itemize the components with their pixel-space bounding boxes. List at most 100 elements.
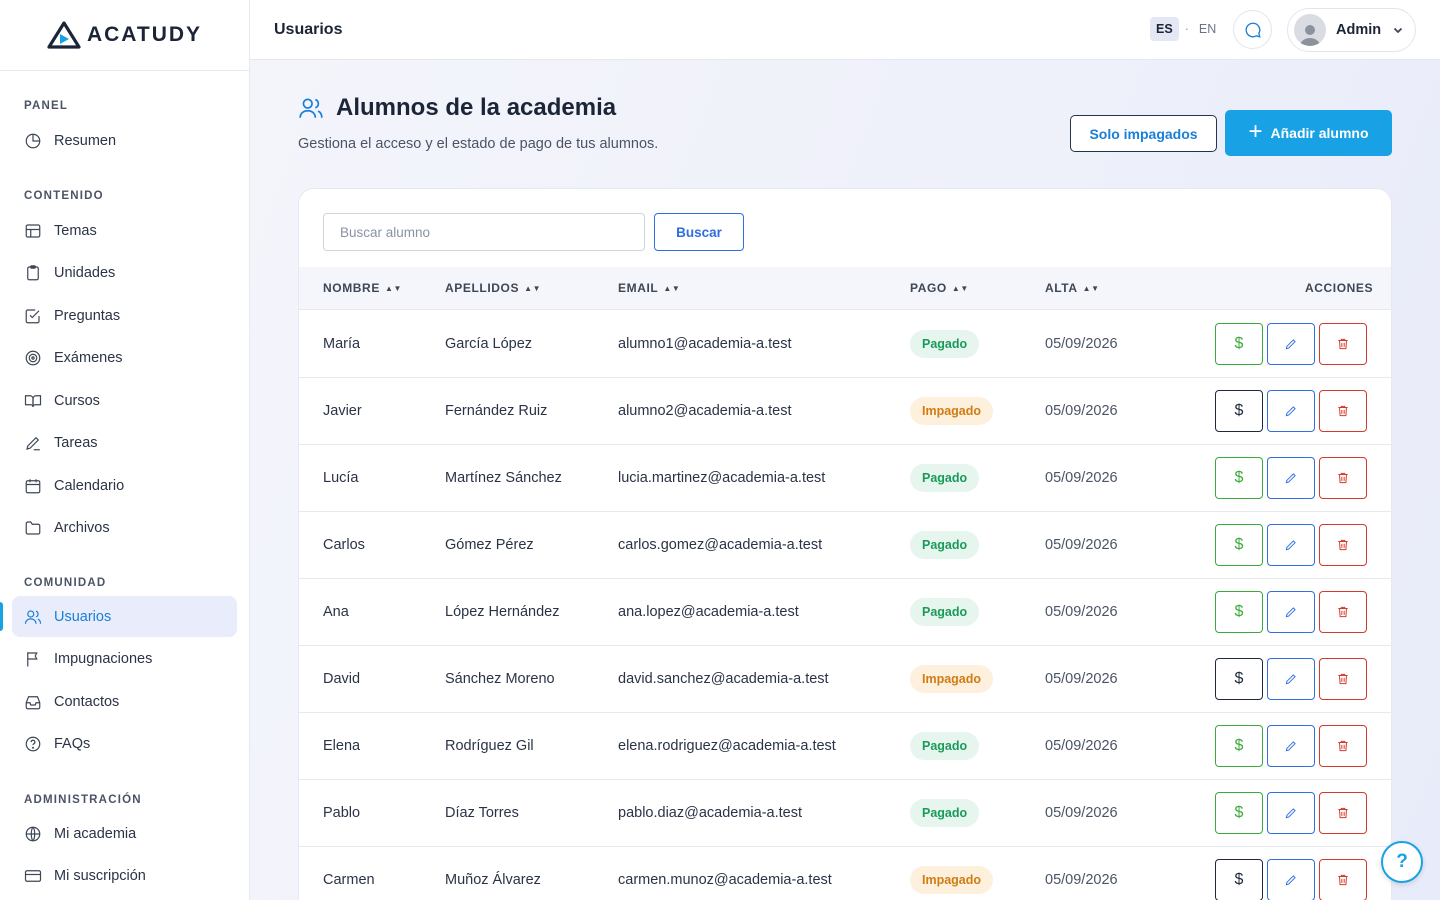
edit-button[interactable] xyxy=(1267,725,1315,767)
edit-button[interactable] xyxy=(1267,323,1315,365)
toggle-payment-button[interactable]: $ xyxy=(1215,725,1263,767)
cell-apellidos: Fernández Ruiz xyxy=(445,403,548,419)
toggle-payment-button[interactable]: $ xyxy=(1215,859,1263,900)
trash-icon xyxy=(1338,472,1348,484)
chat-button[interactable] xyxy=(1233,10,1272,49)
delete-button[interactable] xyxy=(1319,390,1367,432)
lang-en-button[interactable]: EN xyxy=(1195,17,1220,41)
cell-email: pablo.diaz@academia-a.test xyxy=(618,805,802,821)
cell-apellidos: Rodríguez Gil xyxy=(445,738,534,754)
col-apellidos[interactable]: APELLIDOS ▲▼ xyxy=(445,267,541,310)
sidebar-item-examenes[interactable]: Exámenes xyxy=(12,338,237,379)
sidebar-item-usuarios[interactable]: Usuarios xyxy=(0,596,237,637)
edit-button[interactable] xyxy=(1267,792,1315,834)
trash-icon xyxy=(1338,606,1348,618)
cell-alta: 05/09/2026 xyxy=(1045,805,1118,821)
col-nombre-label: NOMBRE xyxy=(323,281,380,295)
table-header: NOMBRE ▲▼ APELLIDOS ▲▼ EMAIL ▲▼ PAGO ▲▼ ALTA… xyxy=(299,267,1391,310)
toggle-payment-button[interactable]: $ xyxy=(1215,792,1263,834)
lang-es-button[interactable]: ES xyxy=(1150,17,1179,41)
pencil-icon xyxy=(1285,674,1296,685)
delete-button[interactable] xyxy=(1319,658,1367,700)
table-row: David Sánchez Moreno david.sanchez@acade… xyxy=(299,646,1391,713)
topbar-title: Usuarios xyxy=(274,20,343,38)
edit-button[interactable] xyxy=(1267,457,1315,499)
delete-button[interactable] xyxy=(1319,323,1367,365)
delete-button[interactable] xyxy=(1319,859,1367,900)
delete-button[interactable] xyxy=(1319,725,1367,767)
sidebar-item-label: Archivos xyxy=(54,520,110,536)
delete-button[interactable] xyxy=(1319,591,1367,633)
dollar-icon: $ xyxy=(1234,871,1244,888)
sidebar-item-resumen[interactable]: Resumen xyxy=(12,120,237,161)
col-email-label: EMAIL xyxy=(618,281,659,295)
cell-apellidos: Díaz Torres xyxy=(445,805,519,821)
sidebar-item-contactos[interactable]: Contactos xyxy=(12,681,237,722)
pencil-icon xyxy=(1285,808,1296,819)
sidebar-item-impugnaciones[interactable]: Impugnaciones xyxy=(12,639,237,680)
dollar-icon: $ xyxy=(1234,469,1244,486)
sidebar-item-cursos[interactable]: Cursos xyxy=(12,380,237,421)
unpaid-filter-button[interactable]: Solo impagados xyxy=(1070,115,1217,152)
toggle-payment-button[interactable]: $ xyxy=(1215,658,1263,700)
col-nombre[interactable]: NOMBRE ▲▼ xyxy=(323,267,402,310)
col-alta-label: ALTA xyxy=(1045,281,1078,295)
sort-icon: ▲▼ xyxy=(1082,284,1100,293)
students-card: Buscar NOMBRE ▲▼ APELLIDOS ▲▼ EMAIL ▲▼ PAGO… xyxy=(298,188,1392,900)
toggle-payment-button[interactable]: $ xyxy=(1215,323,1263,365)
sidebar-item-preguntas[interactable]: Preguntas xyxy=(12,295,237,336)
edit-button[interactable] xyxy=(1267,524,1315,566)
sidebar-item-archivos[interactable]: Archivos xyxy=(12,508,237,549)
delete-button[interactable] xyxy=(1319,524,1367,566)
sidebar-item-faqs[interactable]: FAQs xyxy=(12,724,237,765)
row-actions: $ xyxy=(1215,457,1367,499)
toggle-payment-button[interactable]: $ xyxy=(1215,591,1263,633)
target-icon xyxy=(25,350,41,366)
pencil-icon xyxy=(1285,406,1296,417)
cell-nombre: Pablo xyxy=(323,805,361,821)
sidebar-item-label: Tareas xyxy=(54,435,98,451)
add-student-button[interactable]: + Añadir alumno xyxy=(1225,110,1392,156)
user-menu[interactable]: Admin xyxy=(1287,8,1416,52)
users-icon xyxy=(24,609,42,624)
clipboard-icon xyxy=(27,265,39,281)
table-row: Lucía Martínez Sánchez lucia.martinez@ac… xyxy=(299,445,1391,512)
help-button[interactable]: ? xyxy=(1381,841,1423,883)
logo[interactable]: ACATUDY xyxy=(0,0,249,71)
cell-email: carlos.gomez@academia-a.test xyxy=(618,537,823,553)
table-row: Carmen Muñoz Álvarez carmen.munoz@academ… xyxy=(299,847,1391,900)
cell-nombre: Carlos xyxy=(323,537,365,553)
dollar-icon: $ xyxy=(1234,402,1244,419)
cell-apellidos: Gómez Pérez xyxy=(445,537,534,553)
delete-button[interactable] xyxy=(1319,457,1367,499)
chevron-down-icon xyxy=(1393,27,1403,34)
cell-email: carmen.munoz@academia-a.test xyxy=(618,872,832,888)
toggle-payment-button[interactable]: $ xyxy=(1215,524,1263,566)
table-row: Ana López Hernández ana.lopez@academia-a… xyxy=(299,579,1391,646)
search-input[interactable] xyxy=(323,213,645,251)
edit-button[interactable] xyxy=(1267,658,1315,700)
search-button[interactable]: Buscar xyxy=(654,213,744,251)
edit-button[interactable] xyxy=(1267,591,1315,633)
edit-button[interactable] xyxy=(1267,390,1315,432)
plus-icon: + xyxy=(1248,117,1263,145)
payment-status-badge: Pagado xyxy=(910,598,980,626)
pie-chart-icon xyxy=(25,133,41,148)
toggle-payment-button[interactable]: $ xyxy=(1215,390,1263,432)
trash-icon xyxy=(1338,807,1348,819)
sidebar-item-calendario[interactable]: Calendario xyxy=(12,465,237,506)
sidebar-item-label: Calendario xyxy=(54,477,125,494)
delete-button[interactable] xyxy=(1319,792,1367,834)
col-alta[interactable]: ALTA ▲▼ xyxy=(1045,267,1100,310)
col-email[interactable]: EMAIL ▲▼ xyxy=(618,267,680,310)
col-pago[interactable]: PAGO ▲▼ xyxy=(910,267,969,310)
help-circle-icon xyxy=(25,736,41,752)
sidebar-item-temas[interactable]: Temas xyxy=(12,210,237,251)
sidebar-item-unidades[interactable]: Unidades xyxy=(12,253,237,294)
sidebar-item-mi-suscripcion[interactable]: Mi suscripción xyxy=(12,856,237,897)
edit-button[interactable] xyxy=(1267,859,1315,900)
layout-icon xyxy=(25,223,41,238)
sidebar-item-mi-academia[interactable]: Mi academia xyxy=(12,813,237,854)
toggle-payment-button[interactable]: $ xyxy=(1215,457,1263,499)
sidebar-item-tareas[interactable]: Tareas xyxy=(12,423,237,464)
